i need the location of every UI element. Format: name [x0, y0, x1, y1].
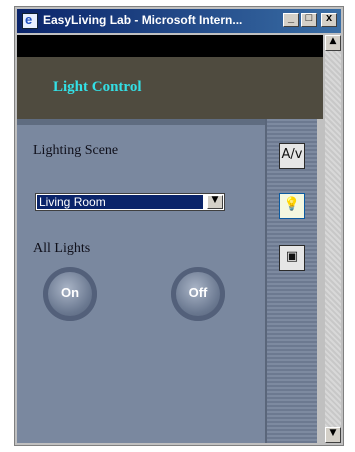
lighting-scene-label: Lighting Scene [33, 143, 119, 158]
audio-video-button[interactable]: A/v [279, 143, 305, 169]
arrow-up-icon: ▲ [329, 36, 337, 46]
all-lights-on-button[interactable]: On [43, 267, 97, 321]
audio-video-icon: A/v [281, 147, 303, 162]
lighting-button[interactable]: 💡 [279, 193, 305, 219]
display-button[interactable]: ▣ [279, 245, 305, 271]
chevron-down-icon: ▼ [211, 195, 219, 205]
ie-icon: e [22, 12, 38, 29]
window-title: EasyLiving Lab - Microsoft Intern... [43, 13, 243, 27]
title-bar: e EasyLiving Lab - Microsoft Intern... _… [17, 9, 341, 33]
header-bar: Light Control [17, 57, 323, 119]
page-content: Light Control Lighting Scene Living Room… [17, 35, 323, 443]
page-title: Light Control [53, 79, 142, 95]
maximize-button[interactable]: □ [301, 12, 317, 27]
lighting-scene-select[interactable]: Living Room ▼ [35, 193, 225, 211]
all-lights-off-button[interactable]: Off [171, 267, 225, 321]
lightbulb-icon: 💡 [283, 197, 301, 212]
selected-scene: Living Room [37, 195, 203, 209]
vertical-scrollbar[interactable]: ▲ ▼ [325, 35, 341, 443]
browser-window: e EasyLiving Lab - Microsoft Intern... _… [14, 6, 344, 446]
divider [265, 119, 267, 443]
dropdown-arrow-button[interactable]: ▼ [207, 195, 223, 209]
scroll-down-button[interactable]: ▼ [325, 427, 341, 443]
minimize-button[interactable]: _ [283, 12, 299, 27]
close-button[interactable]: x [321, 12, 337, 27]
arrow-down-icon: ▼ [329, 428, 337, 438]
scroll-up-button[interactable]: ▲ [325, 35, 341, 51]
display-icon: ▣ [285, 249, 299, 264]
top-bar [17, 35, 323, 57]
panel-shadow [17, 119, 267, 125]
all-lights-label: All Lights [33, 241, 91, 256]
